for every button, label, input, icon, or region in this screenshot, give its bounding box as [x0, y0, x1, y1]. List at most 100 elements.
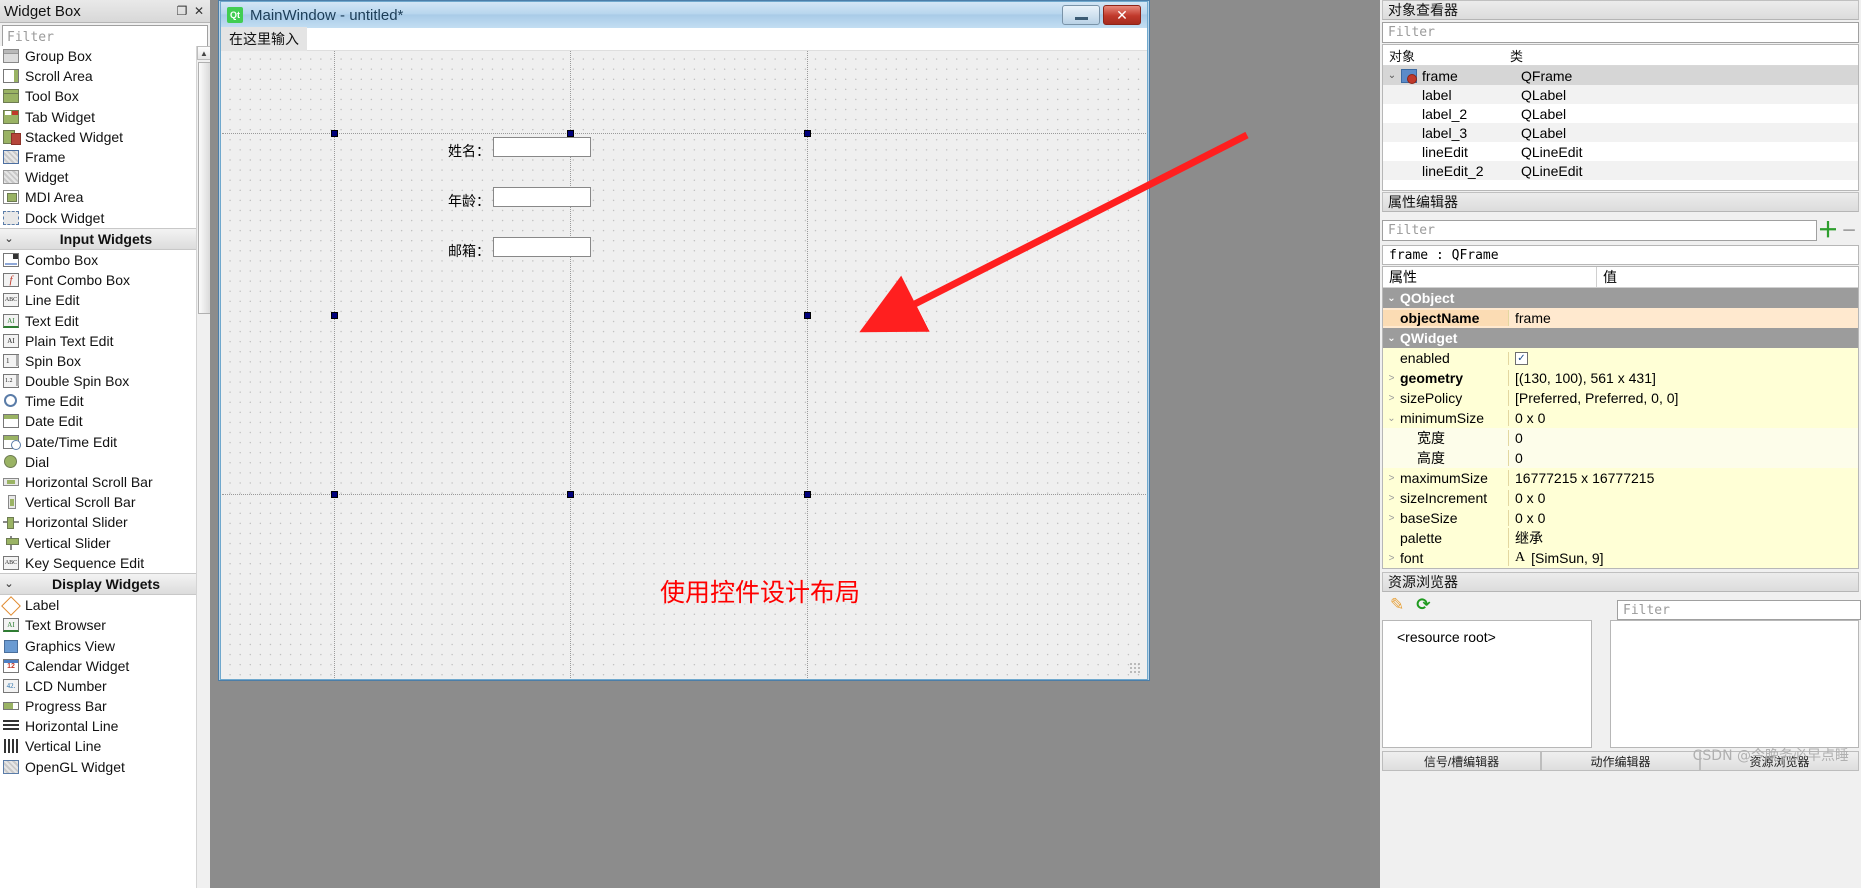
widget-box-list[interactable]: Group Box Scroll Area Tool Box Tab Widget St… [0, 46, 210, 888]
resize-handle-middle-right[interactable] [804, 312, 811, 319]
property-value-cell[interactable]: [Preferred, Preferred, 0, 0] [1508, 390, 1858, 406]
chevron-right-icon[interactable]: > [1383, 373, 1400, 384]
property-value-cell[interactable]: A [SimSun, 9] [1508, 550, 1858, 566]
object-inspector-tree[interactable]: 对象 类 ⌄ frame QFrame label QLabel label_2 QLabe… [1382, 44, 1859, 191]
widget-box-item[interactable]: Tool Box [0, 86, 210, 106]
resize-handle-bottom-right[interactable] [804, 491, 811, 498]
property-value-cell[interactable]: 16777215 x 16777215 [1508, 470, 1858, 486]
widget-box-item[interactable]: Date Edit [0, 411, 210, 431]
resize-handle-bottom-center[interactable] [567, 491, 574, 498]
float-icon[interactable]: ❐ [175, 4, 189, 18]
widget-box-item[interactable]: Dock Widget [0, 208, 210, 228]
chevron-down-icon[interactable]: ⌄ [1383, 70, 1401, 81]
resize-handle-top-right[interactable] [804, 130, 811, 137]
widget-box-item[interactable]: 42. LCD Number [0, 676, 210, 696]
widget-box-item[interactable]: OpenGL Widget [0, 757, 210, 777]
property-row[interactable]: > sizeIncrement 0 x 0 [1383, 488, 1858, 508]
resize-handle-top-left[interactable] [331, 130, 338, 137]
form-canvas[interactable]: 姓名： 年龄： 邮箱： 使用控件设计布局 [222, 51, 1146, 678]
menubar-placeholder[interactable]: 在这里输入 [221, 27, 307, 51]
property-editor-table[interactable]: 属性 值 ⌄ QObject objectName frame ⌄ QWidget enab… [1382, 266, 1859, 569]
widget-box-item[interactable]: MDI Area [0, 187, 210, 207]
property-value-cell[interactable]: 0 [1508, 430, 1858, 446]
property-value-cell[interactable]: 继承 [1508, 528, 1858, 548]
resize-handle-bottom-left[interactable] [331, 491, 338, 498]
property-row[interactable]: > sizePolicy [Preferred, Preferred, 0, 0] [1383, 388, 1858, 408]
object-inspector-filter-input[interactable]: Filter [1382, 22, 1859, 43]
widget-box-item[interactable]: Horizontal Line [0, 716, 210, 736]
widget-box-item[interactable]: Widget [0, 167, 210, 187]
widget-box-item[interactable]: Dial [0, 452, 210, 472]
property-value-cell[interactable]: 0 x 0 [1508, 410, 1858, 426]
resize-handle-top-center[interactable] [567, 130, 574, 137]
widget-box-item[interactable]: Label [0, 595, 210, 617]
property-value-cell[interactable]: [(130, 100), 561 x 431] [1508, 370, 1858, 386]
property-row[interactable]: > geometry [(130, 100), 561 x 431] [1383, 368, 1858, 388]
chevron-right-icon[interactable]: > [1383, 473, 1400, 484]
widget-box-item[interactable]: 1.2 Double Spin Box [0, 371, 210, 391]
add-icon[interactable]: ＋ [1817, 220, 1839, 241]
object-inspector-row[interactable]: label_3 QLabel [1383, 123, 1858, 142]
widget-box-item[interactable]: Time Edit [0, 391, 210, 411]
form-menubar[interactable]: 在这里输入 [221, 27, 1147, 51]
widget-box-item[interactable]: Horizontal Scroll Bar [0, 472, 210, 492]
remove-icon[interactable]: ─ [1839, 220, 1859, 241]
property-row[interactable]: enabled ✓ [1383, 348, 1858, 368]
scroll-up-icon[interactable]: ▲ [197, 46, 211, 60]
widget-box-item[interactable]: Combo Box [0, 250, 210, 270]
widget-box-item[interactable]: 1 Spin Box [0, 351, 210, 371]
close-button[interactable]: ✕ [1103, 5, 1141, 25]
chevron-right-icon[interactable]: > [1383, 553, 1400, 564]
property-value-cell[interactable]: 0 [1508, 450, 1858, 466]
tab-signal-slot-editor[interactable]: 信号/槽编辑器 [1382, 751, 1541, 771]
property-row[interactable]: > baseSize 0 x 0 [1383, 508, 1858, 528]
widget-box-item[interactable]: Vertical Line [0, 736, 210, 756]
widget-box-item[interactable]: Vertical Scroll Bar [0, 492, 210, 512]
object-inspector-row[interactable]: lineEdit_2 QLineEdit [1383, 161, 1858, 180]
widget-box-item[interactable]: f Font Combo Box [0, 270, 210, 290]
property-value-cell[interactable]: ✓ [1508, 351, 1858, 365]
chevron-right-icon[interactable]: > [1383, 513, 1400, 524]
resource-browser-filter-input[interactable]: Filter [1617, 600, 1861, 620]
field-input-age[interactable] [493, 187, 591, 207]
property-value-cell[interactable]: 0 x 0 [1508, 490, 1858, 506]
widget-box-item[interactable]: Stacked Widget [0, 127, 210, 147]
object-inspector-row[interactable]: lineEdit QLineEdit [1383, 142, 1858, 161]
reload-icon[interactable]: ⟳ [1416, 595, 1430, 615]
widget-box-category[interactable]: ⌄ Input Widgets [0, 227, 210, 250]
minimize-button[interactable] [1062, 5, 1100, 25]
widget-box-item[interactable]: Horizontal Slider [0, 512, 210, 532]
object-inspector-row[interactable]: label QLabel [1383, 85, 1858, 104]
object-inspector-rows[interactable]: ⌄ frame QFrame label QLabel label_2 QLabel labe… [1383, 66, 1858, 180]
property-row[interactable]: palette 继承 [1383, 528, 1858, 548]
property-row[interactable]: 宽度 0 [1383, 428, 1858, 448]
widget-box-item[interactable]: Vertical Slider [0, 533, 210, 553]
form-window-titlebar[interactable]: Qt MainWindow - untitled* ✕ [221, 2, 1147, 28]
resize-grip-icon[interactable] [1129, 662, 1140, 673]
widget-box-item[interactable]: AI Plain Text Edit [0, 331, 210, 351]
pencil-icon[interactable]: ✎ [1390, 595, 1404, 615]
widget-box-item[interactable]: Progress Bar [0, 696, 210, 716]
widget-box-item[interactable]: Group Box [0, 46, 210, 66]
field-input-email[interactable] [493, 237, 591, 257]
property-row[interactable]: objectName frame [1383, 308, 1858, 328]
field-input-name[interactable] [493, 137, 591, 157]
widget-box-item[interactable]: Tab Widget [0, 107, 210, 127]
widget-box-item[interactable]: AI Text Edit [0, 310, 210, 330]
property-group-row[interactable]: ⌄ QWidget [1383, 328, 1858, 348]
chevron-right-icon[interactable]: > [1383, 393, 1400, 404]
property-group-row[interactable]: ⌄ QObject [1383, 288, 1858, 308]
object-inspector-row[interactable]: label_2 QLabel [1383, 104, 1858, 123]
chevron-right-icon[interactable]: > [1383, 493, 1400, 504]
widget-box-item[interactable]: Date/Time Edit [0, 432, 210, 452]
widget-box-item[interactable]: ABC Key Sequence Edit [0, 553, 210, 573]
widget-box-item[interactable]: ABC Line Edit [0, 290, 210, 310]
widget-box-item[interactable]: 12 Calendar Widget [0, 656, 210, 676]
property-editor-filter-input[interactable]: Filter [1382, 220, 1817, 241]
resource-preview-panel[interactable] [1610, 620, 1859, 748]
property-row[interactable]: > font A [SimSun, 9] [1383, 548, 1858, 568]
property-checkbox[interactable]: ✓ [1515, 351, 1528, 365]
property-editor-rows[interactable]: ⌄ QObject objectName frame ⌄ QWidget enabled ✓ >… [1383, 288, 1858, 568]
resize-handle-middle-left[interactable] [331, 312, 338, 319]
chevron-down-icon[interactable]: ⌄ [1383, 293, 1400, 304]
